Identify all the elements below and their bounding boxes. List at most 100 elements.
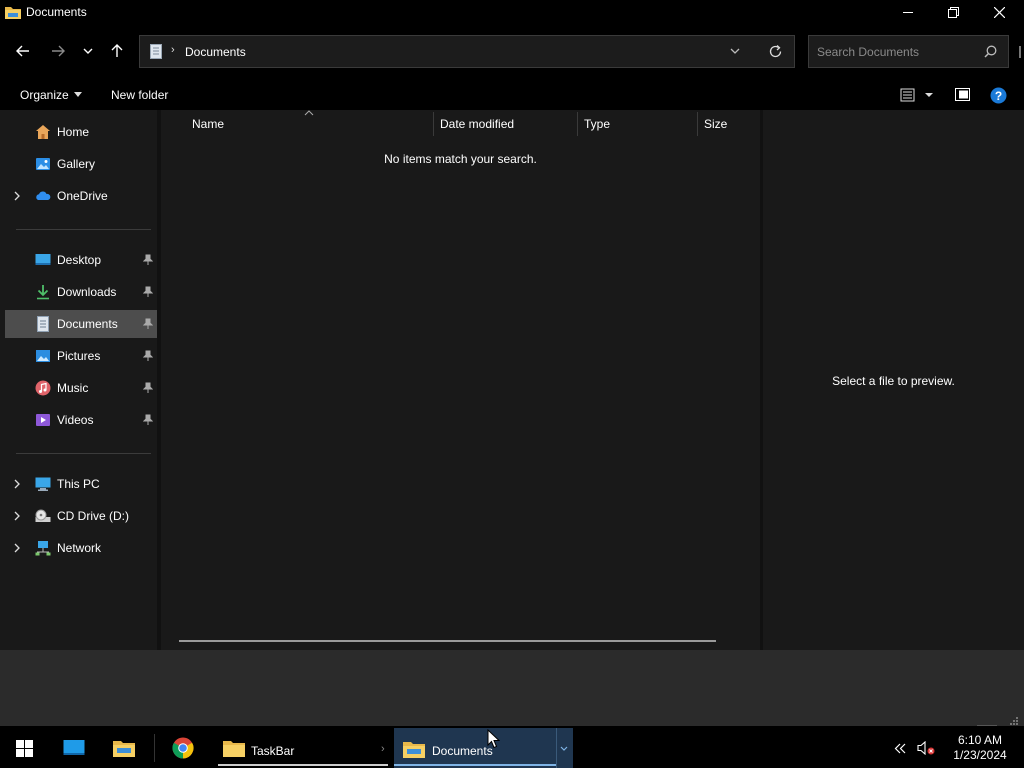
preview-pane: Select a file to preview. [763,110,1024,650]
search-icon[interactable] [984,45,997,58]
sort-ascending-icon [304,110,314,116]
status-bar [0,650,1024,726]
window-title: Documents [26,5,87,19]
mouse-cursor-icon [487,729,500,749]
chevron-right-icon[interactable] [14,543,21,553]
chrome-icon [172,737,194,759]
download-icon [37,285,49,300]
chevron-down-icon[interactable] [730,43,740,59]
sidebar-item-onedrive[interactable]: OneDrive [5,182,157,210]
sidebar-item-label: This PC [57,477,100,491]
title-bar: Documents [0,0,1024,24]
address-bar[interactable]: › Documents [139,35,795,68]
sidebar-item-label: Videos [57,413,94,427]
taskbar-task-documents[interactable]: Documents [394,728,573,768]
pictures-icon [36,350,50,362]
close-icon [993,6,1005,18]
cd-drive-icon [35,509,51,522]
column-header-size[interactable]: Size [704,117,727,131]
pin-icon[interactable] [143,350,153,362]
sidebar-item-label: Music [57,381,89,395]
navigation-bar: › Documents [0,28,1024,76]
sidebar-item-label: CD Drive (D:) [57,509,129,523]
sidebar-item-home[interactable]: Home [5,118,157,146]
restore-button[interactable] [930,0,976,24]
organize-button[interactable]: Organize [20,88,82,102]
sidebar-item-label: OneDrive [57,189,108,203]
search-input[interactable] [817,43,977,61]
new-folder-button[interactable]: New folder [111,88,168,102]
column-divider[interactable] [577,112,578,136]
sidebar-item-network[interactable]: Network [5,534,157,562]
up-button[interactable] [104,40,130,62]
chevron-down-icon[interactable] [560,746,568,752]
breadcrumb-documents[interactable]: Documents [185,45,246,59]
taskbar-separator [154,734,155,762]
chevron-right-icon[interactable] [14,479,21,489]
search-box[interactable] [808,35,1009,68]
pin-icon[interactable] [143,382,153,394]
close-button[interactable] [976,0,1022,24]
sidebar-item-label: Pictures [57,349,101,363]
home-icon [36,125,50,139]
task-label: TaskBar [251,744,295,758]
column-header-name[interactable]: Name [192,117,224,131]
documents-icon [150,44,162,59]
new-folder-label: New folder [111,88,169,102]
sidebar-item-label: Network [57,541,102,555]
sidebar-item-cd-drive[interactable]: CD Drive (D:) [5,502,157,530]
pin-icon[interactable] [143,254,153,266]
taskbar-task-taskbar[interactable]: TaskBar › [218,728,388,768]
taskbar-clock[interactable]: 6:10 AM 1/23/2024 [950,733,1010,763]
details-view-icon[interactable] [900,87,936,103]
resize-grip-icon[interactable] [1009,716,1019,726]
sidebar-item-desktop[interactable]: Desktop [5,246,157,274]
windows-start-icon [15,739,33,757]
column-divider[interactable] [433,112,434,136]
column-header-type[interactable]: Type [584,117,610,131]
forward-button[interactable] [45,40,71,62]
sidebar-item-videos[interactable]: Videos [5,406,157,434]
sidebar-item-music[interactable]: Music [5,374,157,402]
column-divider[interactable] [697,112,698,136]
recent-locations-button[interactable] [75,40,101,62]
start-button[interactable] [5,728,43,768]
chevron-right-icon[interactable] [14,191,21,201]
file-list[interactable]: Name Date modified Type Size No items ma… [161,110,760,650]
sidebar-divider [16,229,151,230]
chrome-button[interactable] [164,728,202,768]
help-icon[interactable]: ? [990,87,1007,104]
task-indicator [394,764,556,766]
chevron-right-icon[interactable] [14,511,21,521]
sidebar-item-pictures[interactable]: Pictures [5,342,157,370]
clock-time: 6:10 AM [957,733,1003,747]
command-bar: Organize New folder ? [0,80,1024,110]
pin-icon[interactable] [143,286,153,298]
sidebar-item-this-pc[interactable]: This PC [5,470,157,498]
pin-icon[interactable] [143,318,153,330]
back-button[interactable] [10,40,36,62]
pin-icon[interactable] [143,414,153,426]
sidebar-item-documents[interactable]: Documents [5,310,157,338]
svg-text:?: ? [995,89,1002,103]
status-divider [977,725,997,726]
sidebar-item-downloads[interactable]: Downloads [5,278,157,306]
preview-pane-icon[interactable] [955,87,970,102]
sidebar-item-label: Documents [57,317,118,331]
chevron-left-icon [894,743,906,753]
show-hidden-icons-button[interactable] [890,728,910,768]
sidebar-item-label: Downloads [57,285,117,299]
horizontal-scrollbar[interactable] [179,640,716,642]
show-desktop-button[interactable] [55,728,93,768]
window-edge [1019,46,1024,58]
minimize-button[interactable] [885,0,931,24]
sidebar-item-gallery[interactable]: Gallery [5,150,157,178]
file-explorer-pinned-button[interactable] [105,728,143,768]
refresh-icon[interactable] [768,44,783,59]
volume-button[interactable] [914,728,938,768]
column-header-date-modified[interactable]: Date modified [440,117,514,131]
taskbar: TaskBar › Documents 6:10 AM 1/23/2024 [0,728,1024,768]
task-overflow-icon: › [381,743,385,755]
network-icon [35,541,51,556]
gallery-icon [36,158,50,170]
